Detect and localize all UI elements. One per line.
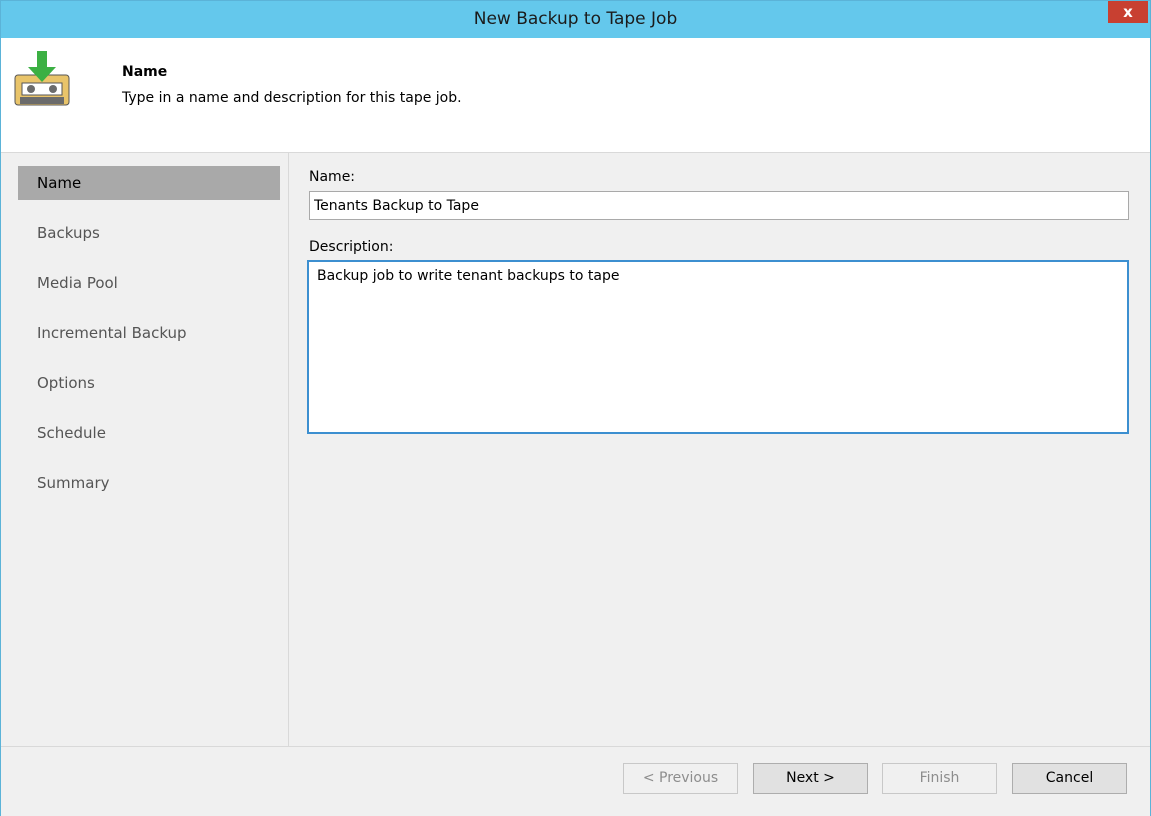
title-bar[interactable]: New Backup to Tape Job x xyxy=(1,1,1150,38)
step-backups[interactable]: Backups xyxy=(18,216,280,250)
wizard-footer: < Previous Next > Finish Cancel xyxy=(1,746,1150,816)
description-label: Description: xyxy=(309,239,394,255)
tape-cassette-download-icon xyxy=(14,51,70,106)
description-input[interactable]: Backup job to write tenant backups to ta… xyxy=(307,260,1129,434)
name-label: Name: xyxy=(309,169,356,185)
header-description: Type in a name and description for this … xyxy=(122,90,462,106)
step-media-pool[interactable]: Media Pool xyxy=(18,266,280,300)
header-title: Name xyxy=(122,64,168,80)
wizard-header: Name Type in a name and description for … xyxy=(1,38,1150,153)
step-summary[interactable]: Summary xyxy=(18,466,280,500)
wizard-content: Name: Description: Backup job to write t… xyxy=(289,153,1150,746)
cancel-button[interactable]: Cancel xyxy=(1012,763,1127,794)
wizard-window: New Backup to Tape Job x Name Type in a … xyxy=(0,0,1151,816)
finish-button[interactable]: Finish xyxy=(882,763,997,794)
step-name[interactable]: Name xyxy=(18,166,280,200)
step-incremental-backup[interactable]: Incremental Backup xyxy=(18,316,280,350)
name-input[interactable] xyxy=(309,191,1129,220)
wizard-steps-sidebar: Name Backups Media Pool Incremental Back… xyxy=(1,153,289,746)
step-schedule[interactable]: Schedule xyxy=(18,416,280,450)
window-title: New Backup to Tape Job xyxy=(473,9,678,29)
close-button[interactable]: x xyxy=(1108,1,1148,23)
next-button[interactable]: Next > xyxy=(753,763,868,794)
previous-button[interactable]: < Previous xyxy=(623,763,738,794)
step-options[interactable]: Options xyxy=(18,366,280,400)
